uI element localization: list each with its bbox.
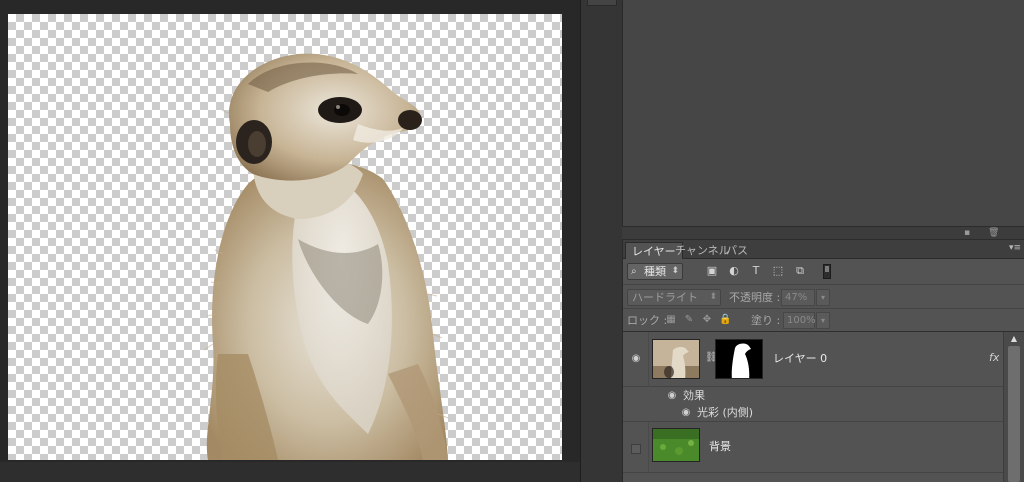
- background-thumbnail[interactable]: [652, 428, 700, 462]
- grass-thumbnail-image: [653, 429, 699, 461]
- scroll-up-icon[interactable]: ▲: [1007, 332, 1021, 346]
- fill-dropdown-icon[interactable]: ▾: [816, 312, 830, 329]
- layers-panel: レイヤー チャンネル パス ▾≡ ⌕ 種類 ⬍ ▣ ◐ T ⬚ ⧉ ハードライト…: [622, 240, 1024, 482]
- layer-name[interactable]: レイヤー 0: [773, 352, 827, 366]
- lock-label: ロック :: [627, 314, 668, 327]
- scroll-thumb[interactable]: [1008, 346, 1020, 482]
- canvas-status-strip: [0, 462, 580, 482]
- fill-field[interactable]: 100%: [783, 312, 816, 329]
- photoshop-window: ▪ 🗑 レイヤー チャンネル パス ▾≡ ⌕ 種類 ⬍ ▣ ◐ T ⬚ ⧉ ハー…: [0, 0, 1024, 482]
- visibility-column: [623, 422, 649, 472]
- smart-object-filter-icon[interactable]: ⧉: [793, 264, 807, 278]
- dock-divider: [581, 0, 623, 482]
- search-icon: ⌕: [631, 266, 637, 277]
- meerkat-image: [203, 53, 449, 460]
- panel-tabs: レイヤー チャンネル パス ▾≡: [623, 240, 1024, 259]
- filter-kind-select[interactable]: ⌕ 種類 ⬍: [627, 263, 683, 280]
- upper-panel: [622, 0, 1024, 226]
- fill-label: 塗り :: [751, 314, 781, 327]
- fx-icon[interactable]: fx: [989, 351, 999, 364]
- trash-icon[interactable]: 🗑: [988, 229, 999, 238]
- layer-row-layer0[interactable]: ◉ ⛓ レイヤー 0 fx: [623, 332, 1003, 387]
- stepper-arrows-icon: ⬍: [709, 292, 717, 302]
- effect-item-row[interactable]: ◉ 光彩 (内側): [623, 404, 1003, 421]
- canvas-area: [0, 0, 580, 482]
- layer-name[interactable]: 背景: [709, 440, 731, 454]
- eye-icon[interactable]: ◉: [679, 408, 693, 418]
- filter-kind-label: 種類: [644, 265, 666, 278]
- layers-scrollbar[interactable]: ▲: [1003, 332, 1024, 482]
- effects-label: 効果: [683, 389, 705, 402]
- opacity-dropdown-icon[interactable]: ▾: [816, 289, 830, 306]
- layer-mask-thumbnail[interactable]: [715, 339, 763, 379]
- effect-item-label: 光彩 (内側): [697, 406, 754, 419]
- layer-thumbnail[interactable]: [652, 339, 700, 379]
- lock-position-icon[interactable]: ✥: [701, 314, 713, 326]
- tab-paths[interactable]: パス: [720, 242, 754, 259]
- lock-icon[interactable]: 🔒: [719, 314, 731, 326]
- stepper-arrows-icon: ⬍: [671, 266, 679, 276]
- layer-row-background[interactable]: 背景: [623, 421, 1003, 473]
- blend-mode-value: ハードライト: [632, 291, 698, 304]
- lock-row: ロック : ▦ ✎ ✥ 🔒 塗り : 100% ▾: [623, 309, 1024, 332]
- adjustment-filter-icon[interactable]: ◐: [727, 264, 741, 278]
- layer-filter-row: ⌕ 種類 ⬍ ▣ ◐ T ⬚ ⧉: [623, 259, 1024, 285]
- effects-row[interactable]: ◉ 効果: [623, 387, 1003, 404]
- image-filter-icon[interactable]: ▣: [705, 264, 719, 278]
- lock-transparent-icon[interactable]: ▦: [665, 314, 677, 326]
- eye-icon[interactable]: ◉: [665, 391, 679, 401]
- blend-mode-select[interactable]: ハードライト ⬍: [627, 289, 721, 306]
- layer-thumbnail-image: [653, 340, 699, 378]
- collapsed-panel-tab[interactable]: [587, 0, 617, 6]
- upper-panel-footer: ▪ 🗑: [622, 226, 1024, 240]
- new-item-icon[interactable]: ▪: [964, 229, 973, 238]
- filter-toggle[interactable]: [823, 264, 831, 279]
- visibility-checkbox[interactable]: [631, 444, 641, 454]
- mask-silhouette: [716, 340, 762, 378]
- blend-row: ハードライト ⬍ 不透明度 : 47% ▾: [623, 285, 1024, 309]
- document-canvas[interactable]: [8, 14, 562, 460]
- lock-image-icon[interactable]: ✎: [683, 314, 695, 326]
- visibility-column: ◉: [623, 332, 649, 387]
- panel-dock-strip: [580, 0, 623, 482]
- opacity-label: 不透明度 :: [729, 291, 781, 304]
- panel-menu-icon[interactable]: ▾≡: [1009, 243, 1021, 253]
- type-filter-icon[interactable]: T: [749, 264, 763, 278]
- opacity-field[interactable]: 47%: [781, 289, 815, 306]
- shape-filter-icon[interactable]: ⬚: [771, 264, 785, 278]
- eye-icon[interactable]: ◉: [629, 354, 643, 364]
